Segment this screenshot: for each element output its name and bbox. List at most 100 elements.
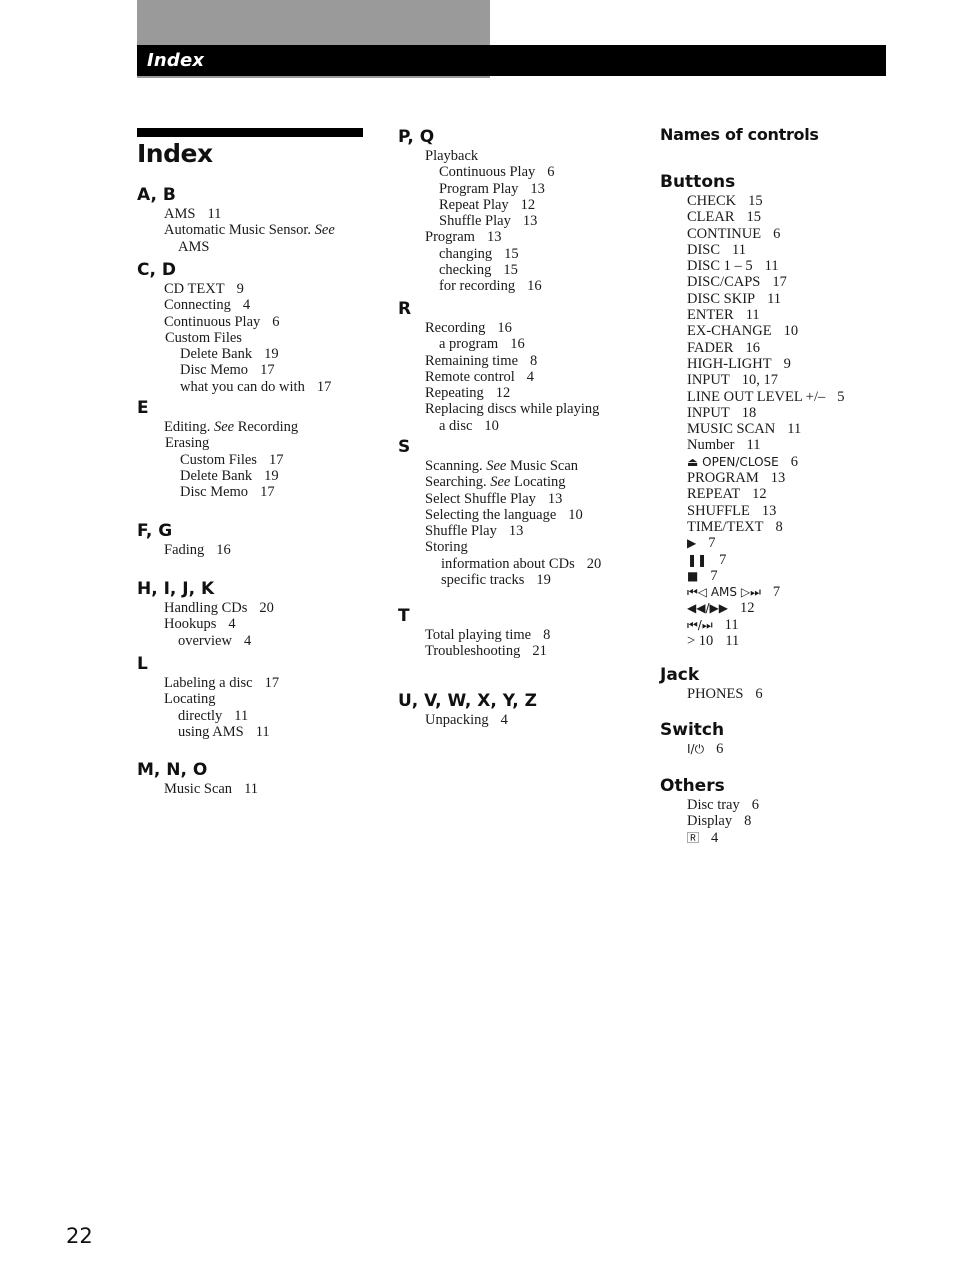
page-reference[interactable]: 11 bbox=[207, 206, 221, 222]
entry-term: PROGRAM bbox=[687, 470, 759, 487]
entry-list: Music Scan 11 bbox=[137, 781, 258, 797]
page-reference[interactable]: 12 bbox=[752, 486, 767, 502]
page-reference[interactable]: 6 bbox=[547, 164, 554, 180]
page-reference[interactable]: 19 bbox=[264, 346, 279, 362]
page-reference[interactable]: 7 bbox=[719, 552, 726, 568]
index-entry: Delete Bank 19 bbox=[137, 468, 298, 484]
page-reference[interactable]: 4 bbox=[244, 633, 251, 649]
page-reference[interactable]: 17 bbox=[772, 274, 787, 290]
page-reference[interactable]: 8 bbox=[776, 519, 783, 535]
index-entry: Delete Bank 19 bbox=[137, 346, 331, 362]
page-reference[interactable]: 15 bbox=[504, 246, 519, 262]
header-gray-underline bbox=[137, 76, 490, 78]
index-entry: PROGRAM 13 bbox=[660, 470, 845, 486]
page-reference[interactable]: 8 bbox=[744, 813, 751, 829]
page-reference[interactable]: 15 bbox=[503, 262, 518, 278]
page-reference[interactable]: 4 bbox=[711, 830, 718, 846]
page-reference[interactable]: 16 bbox=[510, 336, 525, 352]
index-entry: DISC 1 – 5 11 bbox=[660, 258, 845, 274]
page-reference[interactable]: 9 bbox=[237, 281, 244, 297]
page-reference[interactable]: 12 bbox=[740, 600, 755, 616]
see-target-link[interactable]: Music Scan bbox=[510, 458, 578, 474]
index-entry: TIME/TEXT 8 bbox=[660, 519, 845, 535]
page-reference[interactable]: 6 bbox=[755, 686, 762, 702]
page-reference[interactable]: 21 bbox=[532, 643, 547, 659]
page-reference[interactable]: 8 bbox=[543, 627, 550, 643]
page-reference[interactable]: 7 bbox=[773, 584, 780, 600]
page-reference[interactable]: 17 bbox=[265, 675, 280, 691]
page-reference[interactable]: 16 bbox=[527, 278, 542, 294]
page-reference[interactable]: 13 bbox=[530, 181, 545, 197]
page-reference[interactable]: 15 bbox=[748, 193, 763, 209]
page-reference[interactable]: 11 bbox=[244, 781, 258, 797]
page-reference[interactable]: 7 bbox=[710, 568, 717, 584]
page-reference[interactable]: 19 bbox=[264, 468, 279, 484]
page-reference[interactable]: 17 bbox=[269, 452, 284, 468]
page-reference[interactable]: 11 bbox=[746, 307, 760, 323]
page-reference[interactable]: 16 bbox=[497, 320, 512, 336]
page-reference[interactable]: 13 bbox=[762, 503, 777, 519]
page-reference[interactable]: 6 bbox=[773, 226, 780, 242]
page-reference[interactable]: 17 bbox=[260, 484, 275, 500]
page-reference[interactable]: 11 bbox=[767, 291, 781, 307]
page-reference[interactable]: 11 bbox=[787, 421, 801, 437]
index-entry: Selecting the language 10 bbox=[398, 507, 601, 523]
page-reference[interactable]: 11 bbox=[732, 242, 746, 258]
section-heading: P, Q bbox=[398, 127, 435, 147]
page-reference[interactable]: 5 bbox=[837, 389, 844, 405]
page-reference[interactable]: 13 bbox=[771, 470, 786, 486]
index-section: M, N, O Music Scan 11 bbox=[137, 760, 258, 797]
page-reference[interactable]: 15 bbox=[747, 209, 762, 225]
page-reference[interactable]: 12 bbox=[496, 385, 511, 401]
page-reference[interactable]: 11 bbox=[256, 724, 270, 740]
page-reference[interactable]: 8 bbox=[530, 353, 537, 369]
page-reference[interactable]: 4 bbox=[243, 297, 250, 313]
page-reference[interactable]: 10 bbox=[568, 507, 583, 523]
page-reference[interactable]: 13 bbox=[509, 523, 524, 539]
page-reference[interactable]: 9 bbox=[784, 356, 791, 372]
page-reference[interactable]: 10, 17 bbox=[742, 372, 778, 388]
page-reference[interactable]: 17 bbox=[260, 362, 275, 378]
page-reference[interactable]: 11 bbox=[747, 437, 761, 453]
see-target-link[interactable]: Recording bbox=[238, 419, 298, 435]
index-entry: Music Scan 11 bbox=[137, 781, 258, 797]
index-entry: Playback bbox=[398, 148, 555, 164]
page-reference[interactable]: 13 bbox=[548, 491, 563, 507]
page-reference[interactable]: 11 bbox=[765, 258, 779, 274]
page-reference[interactable]: 11 bbox=[725, 633, 739, 649]
page-reference[interactable]: 17 bbox=[317, 379, 332, 395]
page-reference[interactable]: 19 bbox=[536, 572, 551, 588]
entry-term: specific tracks bbox=[441, 572, 525, 589]
entry-term: HIGH-LIGHT bbox=[687, 355, 772, 372]
see-reference: See bbox=[490, 474, 511, 491]
page-reference[interactable]: 12 bbox=[521, 197, 536, 213]
entry-term: Replacing discs while playing bbox=[425, 401, 600, 418]
page-reference[interactable]: 10 bbox=[784, 323, 799, 339]
page-reference[interactable]: 4 bbox=[527, 369, 534, 385]
page-reference[interactable]: 4 bbox=[501, 712, 508, 728]
page-reference[interactable]: 10 bbox=[484, 418, 499, 434]
index-entry: Disc Memo 17 bbox=[137, 362, 331, 378]
page-reference[interactable]: 20 bbox=[259, 600, 274, 616]
page-reference[interactable]: 6 bbox=[791, 454, 798, 470]
page-reference[interactable]: 13 bbox=[487, 229, 502, 245]
page-reference[interactable]: 6 bbox=[716, 741, 723, 757]
page-reference[interactable]: 4 bbox=[228, 616, 235, 632]
page-reference[interactable]: 13 bbox=[523, 213, 538, 229]
page-reference[interactable]: 11 bbox=[725, 617, 739, 633]
page-reference[interactable]: 16 bbox=[216, 542, 231, 558]
see-reference: See bbox=[486, 458, 507, 474]
index-entry: Number 11 bbox=[660, 437, 845, 453]
page-reference[interactable]: 20 bbox=[587, 556, 602, 572]
page-reference[interactable]: 18 bbox=[742, 405, 757, 421]
page-reference[interactable]: 7 bbox=[708, 535, 715, 551]
entry-term: CONTINUE bbox=[687, 225, 762, 242]
index-entry: Recording 16 bbox=[398, 320, 599, 336]
page-reference[interactable]: 11 bbox=[234, 708, 248, 724]
see-target-link[interactable]: Locating bbox=[514, 474, 566, 490]
page-reference[interactable]: 6 bbox=[272, 314, 279, 330]
index-section: H, I, J, K Handling CDs 20 Hookups 4 overview… bbox=[137, 579, 274, 649]
page-reference[interactable]: 6 bbox=[752, 797, 759, 813]
page-reference[interactable]: 16 bbox=[745, 340, 760, 356]
entry-term: DISC/CAPS bbox=[687, 274, 761, 291]
